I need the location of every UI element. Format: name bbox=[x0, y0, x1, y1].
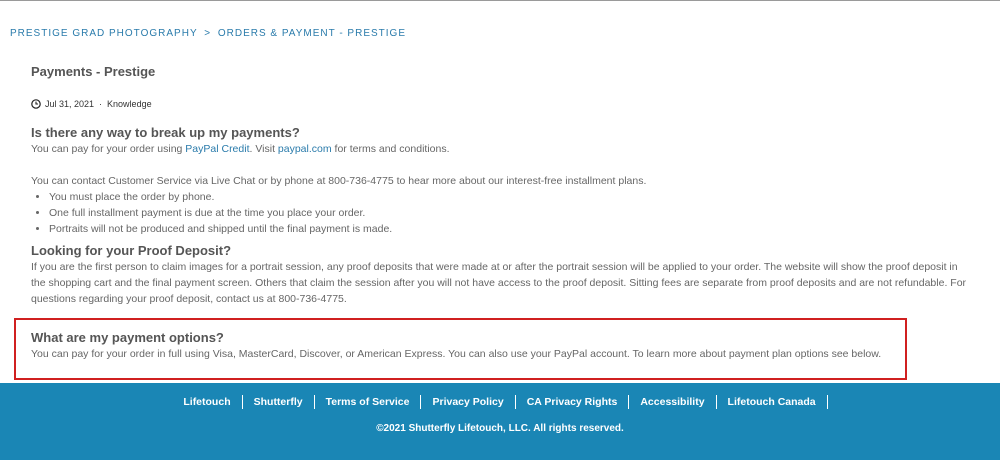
installment-list: You must place the order by phone. One f… bbox=[49, 189, 981, 237]
meta-separator: · bbox=[99, 99, 103, 109]
section-heading-proof-deposit: Looking for your Proof Deposit? bbox=[31, 243, 232, 258]
footer-link-ca-privacy-rights[interactable]: CA Privacy Rights bbox=[516, 395, 630, 409]
list-item: Portraits will not be produced and shipp… bbox=[49, 221, 981, 237]
article-date: Jul 31, 2021 bbox=[45, 99, 95, 109]
copyright-text: ©2021 Shutterfly Lifetouch, LLC. All rig… bbox=[376, 423, 624, 434]
article-meta: Jul 31, 2021 · Knowledge bbox=[31, 99, 981, 109]
text-fragment: . Visit bbox=[249, 143, 278, 155]
payment-options-section: What are my payment options? You can pay… bbox=[31, 330, 901, 362]
footer-link-privacy-policy[interactable]: Privacy Policy bbox=[421, 395, 516, 409]
breadcrumb: PRESTIGE GRAD PHOTOGRAPHY > ORDERS & PAY… bbox=[10, 28, 406, 39]
paypal-credit-paragraph: You can pay for your order using PayPal … bbox=[31, 141, 981, 157]
footer-link-terms-of-service[interactable]: Terms of Service bbox=[315, 395, 422, 409]
breadcrumb-orders-payment[interactable]: ORDERS & PAYMENT - PRESTIGE bbox=[218, 28, 406, 39]
payment-options-paragraph: You can pay for your order in full using… bbox=[31, 348, 882, 360]
customer-service-paragraph: You can contact Customer Service via Liv… bbox=[31, 175, 647, 187]
article-category: Knowledge bbox=[107, 99, 152, 109]
paypal-com-link[interactable]: paypal.com bbox=[278, 143, 332, 155]
footer-link-shutterfly[interactable]: Shutterfly bbox=[243, 395, 315, 409]
page-title: Payments - Prestige bbox=[31, 64, 156, 79]
site-footer: Lifetouch Shutterfly Terms of Service Pr… bbox=[0, 383, 1000, 460]
clock-icon bbox=[31, 99, 41, 109]
proof-deposit-paragraph: If you are the first person to claim ima… bbox=[31, 261, 967, 305]
section-heading-break-up-payments: Is there any way to break up my payments… bbox=[31, 125, 300, 140]
article-content: Payments - Prestige Jul 31, 2021 · Knowl… bbox=[31, 60, 981, 307]
breadcrumb-separator: > bbox=[204, 28, 212, 39]
footer-link-accessibility[interactable]: Accessibility bbox=[629, 395, 717, 409]
paypal-credit-link[interactable]: PayPal Credit bbox=[185, 143, 249, 155]
section-heading-payment-options: What are my payment options? bbox=[31, 330, 224, 345]
footer-links: Lifetouch Shutterfly Terms of Service Pr… bbox=[0, 395, 1000, 409]
list-item: One full installment payment is due at t… bbox=[49, 205, 981, 221]
text-fragment: You can pay for your order using bbox=[31, 143, 186, 155]
breadcrumb-prestige-grad-photography[interactable]: PRESTIGE GRAD PHOTOGRAPHY bbox=[10, 28, 197, 39]
footer-link-lifetouch[interactable]: Lifetouch bbox=[172, 395, 243, 409]
text-fragment: for terms and conditions. bbox=[331, 143, 450, 155]
footer-link-lifetouch-canada[interactable]: Lifetouch Canada bbox=[717, 395, 828, 409]
top-divider bbox=[0, 0, 1000, 1]
list-item: You must place the order by phone. bbox=[49, 189, 981, 205]
